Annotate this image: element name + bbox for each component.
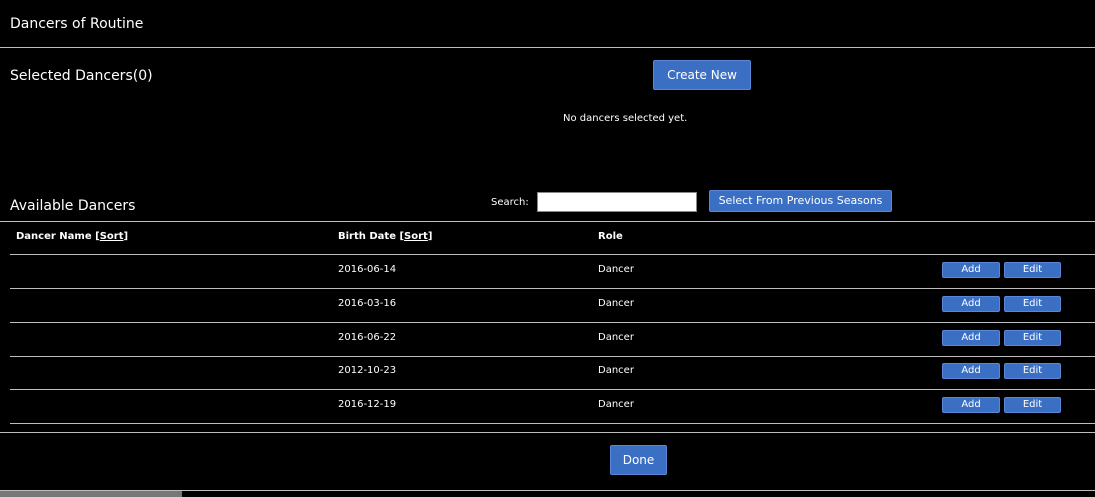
add-dancer-button[interactable]: Add <box>942 296 1000 312</box>
add-dancer-button[interactable]: Add <box>942 330 1000 346</box>
done-button[interactable]: Done <box>610 445 667 475</box>
dancers-of-routine-dialog: Dancers of Routine Selected Dancers(0) C… <box>0 0 1095 497</box>
birth-date-cell: 2012-10-23 <box>338 365 397 376</box>
table-row: 2016-03-16 Dancer Add Edit <box>10 289 1095 323</box>
birth-date-cell: 2016-06-22 <box>338 332 397 343</box>
table-bottom-divider <box>0 432 1095 433</box>
column-header-birth-label: Birth Date <box>338 231 396 242</box>
edit-dancer-button[interactable]: Edit <box>1004 262 1061 278</box>
birth-date-cell: 2016-03-16 <box>338 298 397 309</box>
edit-dancer-button[interactable]: Edit <box>1004 296 1061 312</box>
no-dancers-message: No dancers selected yet. <box>563 113 688 124</box>
add-dancer-button[interactable]: Add <box>942 262 1000 278</box>
column-header-name: Dancer Name [Sort] <box>16 231 129 242</box>
column-header-birth: Birth Date [Sort] <box>338 231 433 242</box>
edit-dancer-button[interactable]: Edit <box>1004 330 1061 346</box>
horizontal-scrollbar[interactable] <box>0 491 182 497</box>
edit-dancer-button[interactable]: Edit <box>1004 363 1061 379</box>
table-row: 2016-06-14 Dancer Add Edit <box>10 255 1095 289</box>
sort-birth-link[interactable]: Sort <box>404 231 428 242</box>
column-header-role: Role <box>598 231 623 242</box>
dialog-title: Dancers of Routine <box>10 16 144 32</box>
role-cell: Dancer <box>598 332 634 343</box>
role-cell: Dancer <box>598 399 634 410</box>
birth-date-cell: 2016-06-14 <box>338 264 397 275</box>
available-dancers-title: Available Dancers <box>10 198 136 214</box>
role-cell: Dancer <box>598 264 634 275</box>
birth-date-cell: 2016-12-19 <box>338 399 397 410</box>
create-new-button[interactable]: Create New <box>653 60 751 90</box>
selected-dancers-title: Selected Dancers(0) <box>10 68 153 84</box>
role-cell: Dancer <box>598 298 634 309</box>
sort-name-link[interactable]: Sort <box>100 231 124 242</box>
search-input[interactable] <box>537 192 697 212</box>
table-row: 2016-06-22 Dancer Add Edit <box>10 323 1095 357</box>
add-dancer-button[interactable]: Add <box>942 397 1000 413</box>
add-dancer-button[interactable]: Add <box>942 363 1000 379</box>
select-previous-seasons-button[interactable]: Select From Previous Seasons <box>709 190 892 212</box>
table-row: 2012-10-23 Dancer Add Edit <box>10 356 1095 390</box>
table-row: 2016-12-19 Dancer Add Edit <box>10 390 1095 424</box>
edit-dancer-button[interactable]: Edit <box>1004 397 1061 413</box>
table-top-divider <box>0 221 1095 222</box>
dialog-header: Dancers of Routine <box>0 0 1095 48</box>
search-label: Search: <box>491 197 529 208</box>
role-cell: Dancer <box>598 365 634 376</box>
column-header-name-label: Dancer Name <box>16 231 92 242</box>
